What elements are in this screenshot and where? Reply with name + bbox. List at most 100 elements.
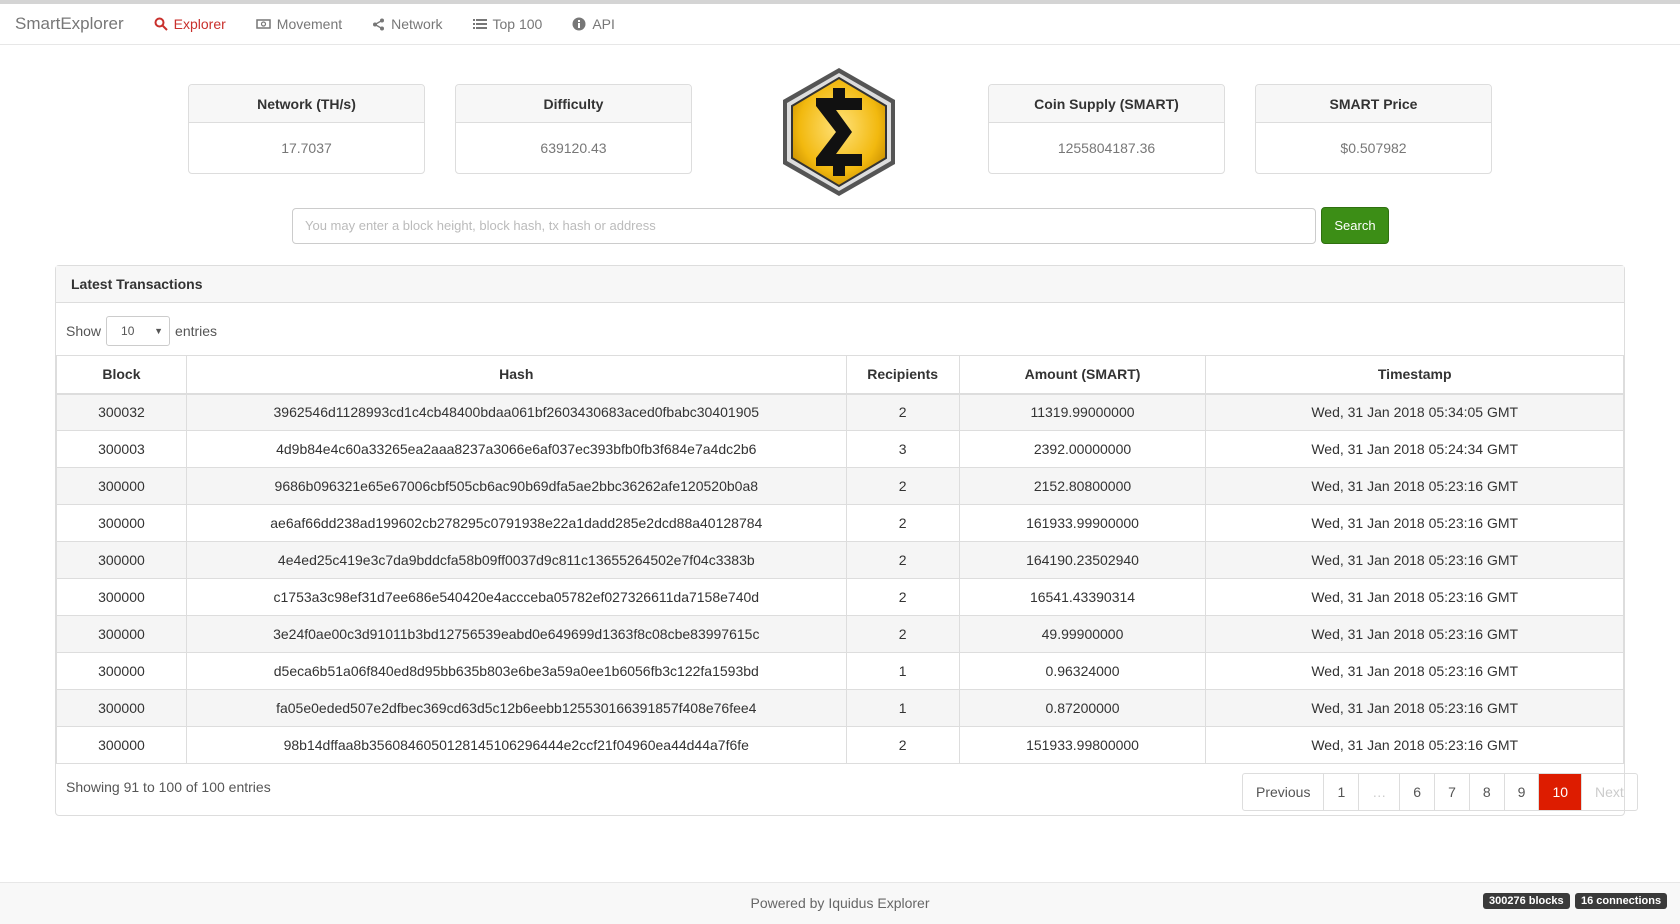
pagination-ellipsis: …: [1358, 774, 1399, 810]
panel-title: Latest Transactions: [56, 266, 1624, 303]
page-size-select[interactable]: 10 ▼: [106, 316, 171, 346]
table-header-row: Block Hash Recipients Amount (SMART) Tim…: [56, 355, 1624, 395]
block-cell[interactable]: 300003: [56, 430, 187, 468]
hash-cell[interactable]: c1753a3c98ef31d7ee686e540420e4accceba057…: [185, 578, 847, 616]
block-cell[interactable]: 300000: [56, 689, 187, 727]
timestamp-cell: Wed, 31 Jan 2018 05:23:16 GMT: [1205, 541, 1624, 579]
nav-movement-label: Movement: [276, 16, 343, 32]
timestamp-cell: Wed, 31 Jan 2018 05:23:16 GMT: [1205, 689, 1624, 727]
hash-cell[interactable]: fa05e0eded507e2dfbec369cd63d5c12b6eebb12…: [185, 689, 847, 727]
timestamp-cell: Wed, 31 Jan 2018 05:23:16 GMT: [1205, 652, 1624, 690]
nav-top100-label: Top 100: [492, 16, 543, 32]
timestamp-cell: Wed, 31 Jan 2018 05:34:05 GMT: [1205, 393, 1624, 431]
smartcash-logo-icon: [783, 68, 895, 196]
hash-cell[interactable]: 3962546d1128993cd1c4cb48400bdaa061bf2603…: [185, 393, 847, 431]
nav-top100[interactable]: Top 100: [472, 16, 543, 32]
difficulty-stat-label: Difficulty: [456, 85, 691, 123]
page-size-control: Show 10 ▼ entries: [66, 316, 217, 346]
hash-cell[interactable]: 3e24f0ae00c3d91011b3bd12756539eabd0e6496…: [185, 615, 847, 653]
footer-text[interactable]: Powered by Iquidus Explorer: [751, 895, 930, 911]
pagination-page-6[interactable]: 6: [1399, 774, 1434, 810]
recipients-cell: 1: [845, 689, 960, 727]
table-row: 300000 9686b096321e65e67006cbf505cb6ac90b…: [56, 467, 1624, 505]
amount-cell: 16541.43390314: [958, 578, 1207, 616]
hash-cell[interactable]: d5eca6b51a06f840ed8d95bb635b803e6be3a59a…: [185, 652, 847, 690]
block-cell[interactable]: 300000: [56, 578, 187, 616]
pagination-page-10[interactable]: 10: [1538, 774, 1582, 810]
table-row: 300000 fa05e0eded507e2dfbec369cd63d5c12b6…: [56, 689, 1624, 727]
amount-cell: 2392.00000000: [958, 430, 1207, 468]
pagination-page-8[interactable]: 8: [1468, 774, 1504, 810]
hash-cell[interactable]: 98b14dffaa8b3560846050128145106296444e2c…: [185, 726, 847, 764]
difficulty-stat-value: 639120.43: [540, 140, 607, 156]
table-row: 300000 3e24f0ae00c3d91011b3bd12756539eabd…: [56, 615, 1624, 653]
nav-api[interactable]: API: [572, 16, 615, 32]
block-cell[interactable]: 300000: [56, 726, 187, 764]
table-row: 300000 ae6af66dd238ad199602cb278295c07919…: [56, 504, 1624, 542]
latest-transactions-panel: Latest Transactions Show 10 ▼ entries Bl…: [55, 265, 1638, 816]
info-icon: [572, 17, 586, 31]
network-stat-label: Network (TH/s): [189, 85, 424, 123]
col-amount[interactable]: Amount (SMART): [958, 355, 1207, 395]
col-recipients[interactable]: Recipients: [845, 355, 960, 395]
search-input[interactable]: You may enter a block height, block hash…: [292, 208, 1316, 244]
navbar: SmartExplorer Explorer Movement Network …: [0, 0, 1680, 45]
amount-cell: 164190.23502940: [958, 541, 1207, 579]
nav-explorer-label: Explorer: [173, 16, 226, 32]
block-cell[interactable]: 300032: [56, 393, 187, 431]
amount-cell: 0.87200000: [958, 689, 1207, 727]
money-icon: [256, 19, 271, 29]
price-stat-box: SMART Price $0.507982: [1255, 84, 1492, 174]
recipients-cell: 2: [845, 726, 960, 764]
pagination-page-9[interactable]: 9: [1503, 774, 1539, 810]
amount-cell: 151933.99800000: [958, 726, 1207, 764]
network-stat-box: Network (TH/s) 17.7037: [188, 84, 425, 174]
table-row: 300003 4d9b84e4c60a33265ea2aaa8237a3066e6…: [56, 430, 1624, 468]
table-row: 300000 c1753a3c98ef31d7ee686e540420e4accc…: [56, 578, 1624, 616]
block-cell[interactable]: 300000: [56, 467, 187, 505]
recipients-cell: 2: [845, 504, 960, 542]
hash-cell[interactable]: ae6af66dd238ad199602cb278295c0791938e22a…: [185, 504, 847, 542]
recipients-cell: 2: [845, 467, 960, 505]
share-icon: [373, 18, 385, 30]
supply-stat-value: 1255804187.36: [1057, 140, 1156, 156]
pagination-page-7[interactable]: 7: [1434, 774, 1469, 810]
block-cell[interactable]: 300000: [56, 615, 187, 653]
col-block[interactable]: Block: [56, 355, 187, 395]
show-label: Show: [66, 323, 102, 339]
amount-cell: 11319.99000000: [958, 393, 1207, 431]
hash-cell[interactable]: 9686b096321e65e67006cbf505cb6ac90b69dfa5…: [185, 467, 847, 505]
entries-label: entries: [175, 323, 218, 339]
blocks-badge: 300276 blocks: [1483, 893, 1570, 909]
nav-explorer[interactable]: Explorer: [154, 16, 226, 32]
timestamp-cell: Wed, 31 Jan 2018 05:23:16 GMT: [1205, 615, 1624, 653]
table-row: 300000 4e4ed25c419e3c7da9bddcfa58b09ff003…: [56, 541, 1624, 579]
recipients-cell: 2: [845, 578, 960, 616]
hash-cell[interactable]: 4e4ed25c419e3c7da9bddcfa58b09ff0037d9c81…: [185, 541, 847, 579]
pagination-previous[interactable]: Previous: [1243, 774, 1323, 810]
timestamp-cell: Wed, 31 Jan 2018 05:23:16 GMT: [1205, 467, 1624, 505]
difficulty-stat-box: Difficulty 639120.43: [455, 84, 692, 174]
nav-network-label: Network: [391, 16, 443, 32]
brand-link[interactable]: SmartExplorer: [15, 14, 124, 34]
nav-movement[interactable]: Movement: [256, 16, 342, 32]
block-cell[interactable]: 300000: [56, 652, 187, 690]
recipients-cell: 1: [845, 652, 960, 690]
table-row: 300000 98b14dffaa8b3560846050128145106296…: [56, 726, 1624, 764]
pagination-next: Next: [1581, 774, 1637, 810]
block-cell[interactable]: 300000: [56, 504, 187, 542]
timestamp-cell: Wed, 31 Jan 2018 05:23:16 GMT: [1205, 504, 1624, 542]
recipients-cell: 2: [845, 541, 960, 579]
block-cell[interactable]: 300000: [56, 541, 187, 579]
footer: Powered by Iquidus Explorer: [0, 882, 1680, 924]
nav-network[interactable]: Network: [372, 16, 443, 32]
amount-cell: 161933.99900000: [958, 504, 1207, 542]
pagination-page-1[interactable]: 1: [1323, 774, 1358, 810]
amount-cell: 49.99900000: [958, 615, 1207, 653]
search-button[interactable]: Search: [1321, 207, 1389, 244]
caret-down-icon: ▼: [154, 326, 164, 336]
hash-cell[interactable]: 4d9b84e4c60a33265ea2aaa8237a3066e6af037e…: [185, 430, 847, 468]
col-timestamp[interactable]: Timestamp: [1205, 355, 1624, 395]
col-hash[interactable]: Hash: [185, 355, 847, 395]
search-icon: [154, 17, 168, 31]
